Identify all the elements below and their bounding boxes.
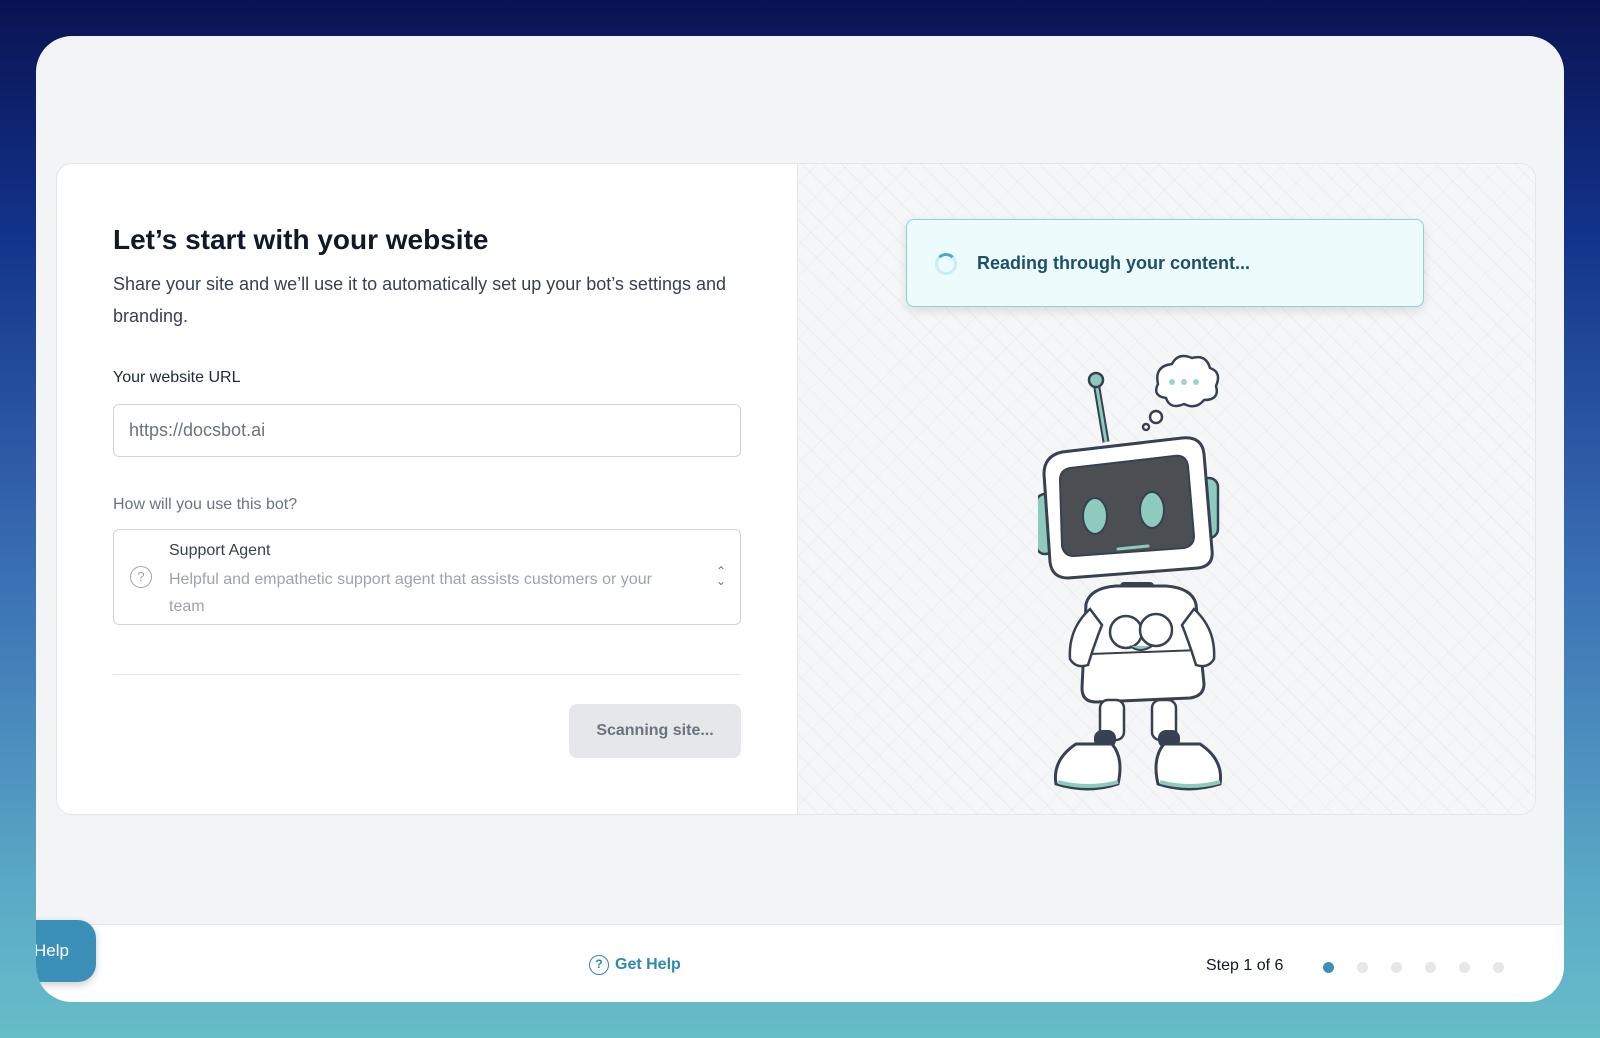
url-label: Your website URL: [113, 369, 241, 386]
question-circle-icon: ?: [589, 955, 609, 975]
onboarding-card: Let’s start with your website Share your…: [56, 163, 1536, 815]
app-window: Let’s start with your website Share your…: [36, 36, 1564, 1002]
step-indicator: Step 1 of 6: [1206, 957, 1284, 974]
step-dot-6: [1493, 962, 1504, 973]
step-dot-3: [1391, 962, 1402, 973]
question-circle-icon: ?: [130, 566, 152, 588]
selected-option-title: Support Agent: [169, 542, 271, 559]
chevron-up-down-icon: ⌃ ⌄: [715, 564, 727, 588]
footer-bar: ? Get Help Step 1 of 6: [36, 924, 1564, 1002]
help-tab-button[interactable]: Help: [36, 920, 96, 982]
step-dots: [1323, 962, 1504, 973]
step-dot-2: [1357, 962, 1368, 973]
robot-illustration: [1038, 354, 1223, 791]
use-label: How will you use this bot?: [113, 496, 298, 513]
page-subtitle: Share your site and we’ll use it to auto…: [113, 274, 727, 326]
illustration-panel: Reading through your content...: [797, 164, 1535, 814]
step-dot-1: [1323, 962, 1334, 973]
scanning-site-button[interactable]: Scanning site...: [569, 704, 741, 758]
form-panel: Let’s start with your website Share your…: [57, 164, 797, 814]
website-url-input[interactable]: [113, 404, 741, 457]
spinner-icon: [935, 253, 957, 275]
get-help-label: Get Help: [615, 956, 681, 973]
status-text: Reading through your content...: [977, 253, 1250, 273]
page-title: Let’s start with your website: [113, 224, 489, 255]
step-dot-4: [1425, 962, 1436, 973]
form-divider: [113, 674, 741, 675]
bot-use-select[interactable]: ? Support Agent Helpful and empathetic s…: [113, 529, 741, 625]
selected-option-description: Helpful and empathetic support agent tha…: [169, 571, 652, 615]
status-banner: Reading through your content...: [906, 219, 1424, 307]
get-help-link[interactable]: ? Get Help: [589, 955, 681, 975]
step-dot-5: [1459, 962, 1470, 973]
